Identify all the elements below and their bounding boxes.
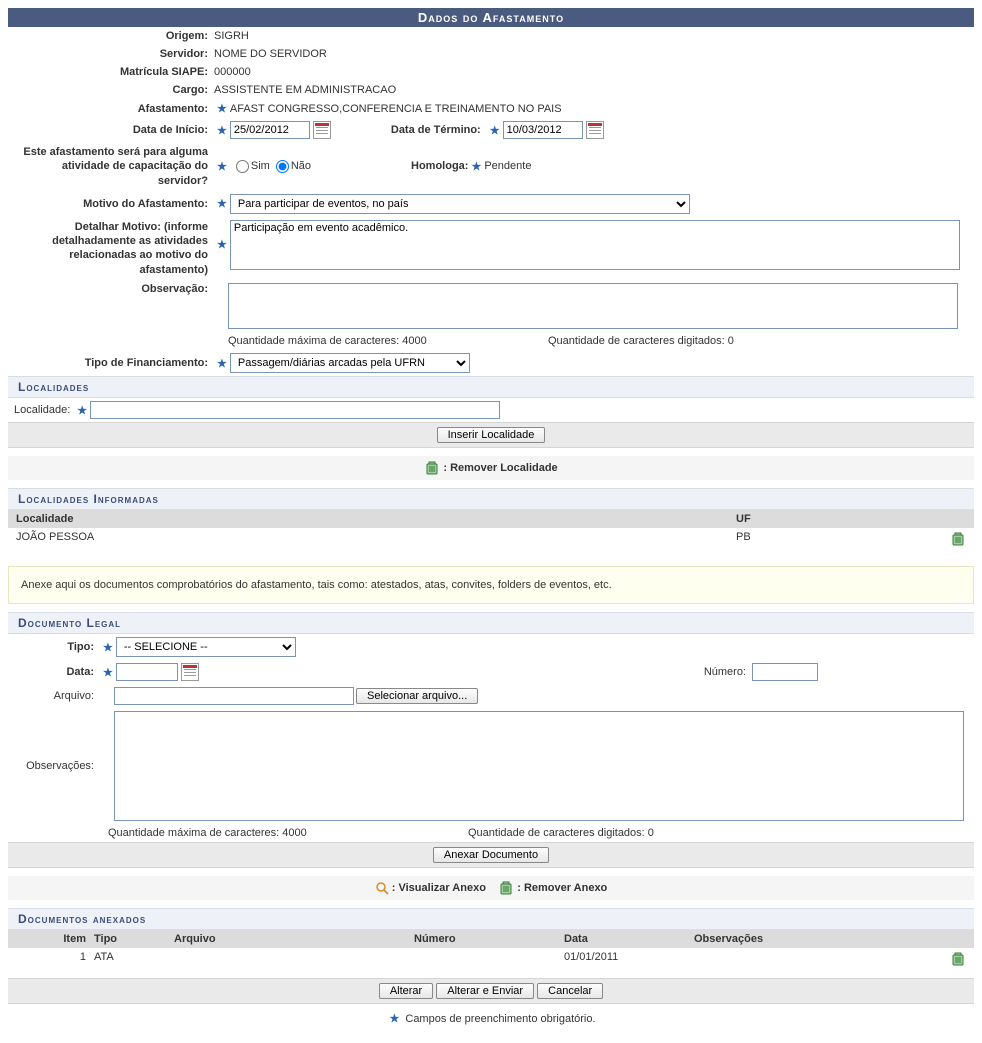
origem-value: SIGRH (214, 30, 249, 42)
servidor-value: NOME DO SERVIDOR (214, 48, 327, 60)
financiamento-label: Tipo de Financiamento: (14, 357, 214, 369)
documentos-anexados-header: Documentos anexados (8, 908, 974, 930)
observacoes-textarea[interactable] (114, 711, 964, 821)
col-uf: UF (736, 513, 942, 525)
maxchars-label: Quantidade máxima de caracteres: 4000 (228, 335, 548, 347)
data-termino-input[interactable] (503, 121, 583, 139)
remover-localidade-legend: : Remover Localidade (443, 462, 557, 474)
calendar-icon[interactable] (181, 663, 199, 681)
calendar-icon[interactable] (313, 121, 331, 139)
capacitacao-sim-radio[interactable] (236, 160, 249, 173)
footer-note: Campos de preenchimento obrigatório. (405, 1013, 595, 1025)
calendar-icon[interactable] (586, 121, 604, 139)
data-inicio-label: Data de Início: (14, 124, 214, 136)
col-numero: Número (414, 933, 564, 945)
detalhar-label: Detalhar Motivo: (informe detalhadamente… (14, 220, 214, 277)
trash-icon[interactable] (950, 951, 966, 967)
digitados-doc-label: Quantidade de caracteres digitados: 0 (468, 827, 654, 839)
nao-label: Não (291, 160, 311, 172)
observacoes-label: Observações: (14, 760, 100, 772)
required-star-icon: ★ (217, 197, 227, 210)
visualizar-anexo-legend: : Visualizar Anexo (392, 882, 486, 894)
cancelar-button[interactable] (537, 983, 603, 999)
cell-data: 01/01/2011 (564, 951, 694, 967)
required-star-icon: ★ (217, 357, 227, 370)
localidade-label: Localidade: (14, 404, 74, 416)
col-tipo: Tipo (94, 933, 174, 945)
cell-obs (694, 951, 942, 967)
required-star-icon: ★ (490, 124, 500, 137)
data-termino-label: Data de Término: (391, 124, 487, 136)
cell-localidade: JOÃO PESSOA (16, 531, 736, 547)
cargo-label: Cargo: (14, 84, 214, 96)
required-star-icon: ★ (103, 666, 113, 679)
trash-icon (424, 460, 440, 476)
cell-item: 1 (16, 951, 94, 967)
col-arquivo: Arquivo (174, 933, 414, 945)
data-input[interactable] (116, 663, 178, 681)
afastamento-label: Afastamento: (14, 103, 214, 115)
required-star-icon: ★ (471, 160, 481, 173)
selecionar-arquivo-button[interactable] (356, 688, 478, 704)
matricula-label: Matrícula SIAPE: (14, 66, 214, 78)
data-inicio-input[interactable] (230, 121, 310, 139)
required-star-icon: ★ (77, 404, 87, 417)
anexar-documento-button[interactable] (433, 847, 549, 863)
cell-arquivo (174, 951, 414, 967)
trash-icon (498, 880, 514, 896)
capacitacao-label: Este afastamento será para alguma ativid… (14, 145, 214, 188)
required-star-icon: ★ (217, 238, 227, 251)
digitados-label: Quantidade de caracteres digitados: 0 (548, 335, 734, 347)
numero-input[interactable] (752, 663, 818, 681)
anexar-note: Anexe aqui os documentos comprobatórios … (8, 566, 974, 604)
localidades-header: Localidades (8, 376, 974, 398)
afastamento-value: AFAST CONGRESSO,CONFERENCIA E TREINAMENT… (230, 103, 562, 115)
financiamento-select[interactable]: Passagem/diárias arcadas pela UFRN (230, 353, 470, 373)
alterar-button[interactable] (379, 983, 433, 999)
arquivo-path-input[interactable] (114, 687, 354, 705)
capacitacao-nao-radio[interactable] (276, 160, 289, 173)
observacao-label: Observação: (14, 283, 214, 295)
numero-label: Número: (704, 666, 752, 678)
homologa-label: Homologa: (411, 160, 468, 172)
tipo-label: Tipo: (14, 641, 100, 653)
col-data: Data (564, 933, 694, 945)
localidade-input[interactable] (90, 401, 500, 419)
cargo-value: ASSISTENTE EM ADMINISTRACAO (214, 84, 396, 96)
origem-label: Origem: (14, 30, 214, 42)
observacao-textarea[interactable] (228, 283, 958, 329)
required-star-icon: ★ (217, 160, 227, 173)
col-localidade: Localidade (16, 513, 736, 525)
servidor-label: Servidor: (14, 48, 214, 60)
cell-uf: PB (736, 531, 942, 547)
col-obs: Observações (694, 933, 942, 945)
col-item: Item (16, 933, 94, 945)
remover-anexo-legend: : Remover Anexo (517, 882, 607, 894)
magnifier-icon (375, 881, 389, 895)
maxchars-doc-label: Quantidade máxima de caracteres: 4000 (108, 827, 468, 839)
table-row: 1 ATA 01/01/2011 (8, 948, 974, 970)
documento-legal-header: Documento Legal (8, 612, 974, 634)
trash-icon[interactable] (950, 531, 966, 547)
cell-numero (414, 951, 564, 967)
table-row: JOÃO PESSOA PB (8, 528, 974, 550)
cell-tipo: ATA (94, 951, 174, 967)
tipo-select[interactable]: -- SELECIONE -- (116, 637, 296, 657)
detalhar-textarea[interactable]: Participação em evento acadêmico. (230, 220, 960, 270)
motivo-label: Motivo do Afastamento: (14, 198, 214, 210)
homologa-value: Pendente (484, 160, 531, 172)
matricula-value: 000000 (214, 66, 251, 78)
panel-title: Dados do Afastamento (8, 8, 974, 27)
required-star-icon: ★ (217, 102, 227, 115)
required-star-icon: ★ (389, 1013, 399, 1025)
localidades-informadas-header: Localidades Informadas (8, 488, 974, 510)
inserir-localidade-button[interactable] (437, 427, 546, 443)
required-star-icon: ★ (217, 124, 227, 137)
motivo-select[interactable]: Para participar de eventos, no país (230, 194, 690, 214)
data-label: Data: (14, 666, 100, 678)
arquivo-label: Arquivo: (14, 690, 100, 702)
required-star-icon: ★ (103, 641, 113, 654)
sim-label: Sim (251, 160, 270, 172)
alterar-enviar-button[interactable] (436, 983, 534, 999)
